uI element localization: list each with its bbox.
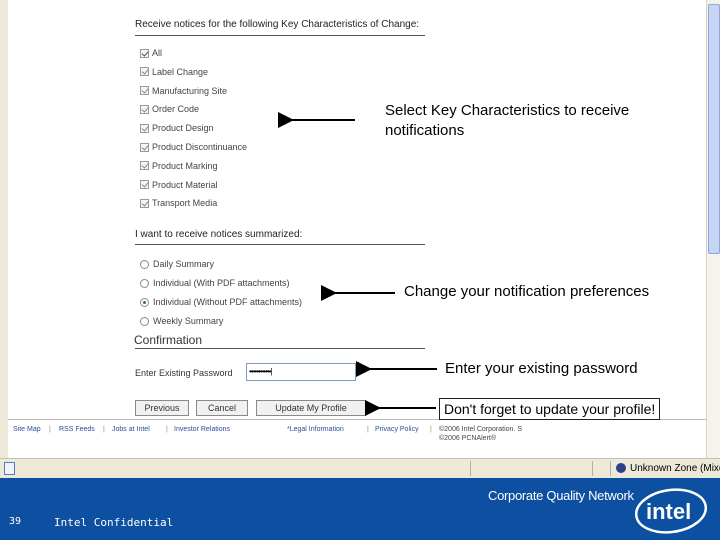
logo-text: intel	[646, 499, 691, 524]
callout-update-profile: Don't forget to update your profile!	[439, 398, 661, 420]
intel-logo-icon: intel	[634, 488, 708, 534]
callout-key-characteristics: Select Key Characteristics to receive no…	[385, 102, 630, 139]
slide: Receive notices for the following Key Ch…	[0, 0, 720, 540]
slide-number: 39	[9, 516, 22, 527]
confidential-label: Intel Confidential	[54, 516, 174, 529]
callout-password: Enter your existing password	[445, 360, 638, 377]
slide-footer: 39 Intel Confidential Corporate Quality …	[0, 478, 720, 540]
network-name: Corporate Quality Network	[488, 488, 634, 503]
callout-preferences: Change your notification preferences	[404, 283, 650, 300]
